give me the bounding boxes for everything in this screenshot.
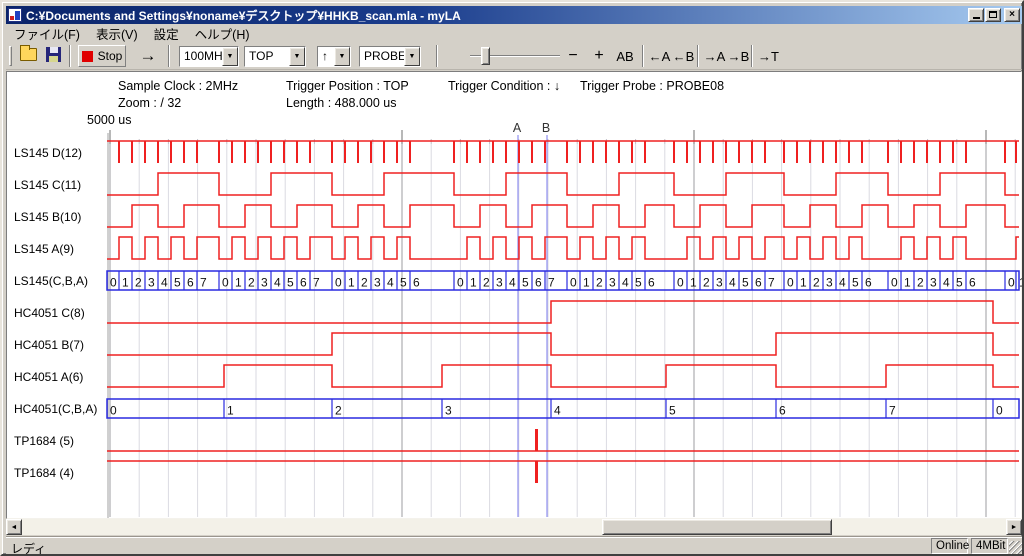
app-icon [8, 8, 22, 22]
menu-view[interactable]: 表示(V) [88, 23, 146, 44]
channel-label[interactable]: LS145 A(9) [14, 242, 74, 256]
scroll-right-button[interactable]: ► [1006, 519, 1022, 535]
zoom-slider-thumb[interactable] [481, 47, 490, 65]
channel-label[interactable]: LS145 B(10) [14, 210, 81, 224]
resize-grip[interactable] [1009, 541, 1022, 554]
channel-label[interactable]: HC4051 B(7) [14, 338, 84, 352]
close-icon: × [1009, 9, 1015, 20]
chevron-down-icon[interactable]: ▼ [404, 47, 420, 66]
channel-label[interactable]: LS145 D(12) [14, 146, 82, 160]
trigger-position-select[interactable]: TOP ▼ [244, 46, 306, 67]
minimize-button[interactable] [968, 8, 984, 22]
menu-file[interactable]: ファイル(F) [6, 23, 88, 44]
set-cursor-b-button[interactable]: →B [726, 45, 751, 67]
status-message: レディ [11, 540, 46, 556]
app-window: C:¥Documents and Settings¥noname¥デスクトップ¥… [0, 0, 1024, 556]
maximize-icon [989, 11, 997, 18]
stop-button[interactable]: Stop [78, 45, 126, 67]
online-status-badge: Online [931, 538, 968, 554]
probe-select[interactable]: PROBE00 ▼ [359, 46, 421, 67]
toolbar-separator [751, 45, 753, 67]
window-title: C:¥Documents and Settings¥noname¥デスクトップ¥… [26, 7, 461, 24]
menu-settings[interactable]: 設定 [146, 23, 187, 44]
title-bar[interactable]: C:¥Documents and Settings¥noname¥デスクトップ¥… [6, 6, 1022, 24]
toolbar: Stop → 100MHz ▼ TOP ▼ ↑ ▼ PROBE00 ▼ − + … [6, 42, 1022, 70]
scrollbar-thumb[interactable] [602, 519, 832, 535]
chevron-down-icon[interactable]: ▼ [289, 47, 305, 66]
trigger-probe-info: Trigger Probe : PROBE08 [580, 79, 724, 93]
sample-clock-info: Sample Clock : 2MHz [118, 79, 238, 93]
minimize-icon [973, 17, 980, 19]
scroll-left-button[interactable]: ◄ [6, 519, 22, 535]
status-bar: レディ Online 4MBit [6, 537, 1022, 554]
ab-button[interactable]: AB [612, 45, 638, 67]
menu-help[interactable]: ヘルプ(H) [187, 23, 258, 44]
stop-icon [82, 51, 93, 62]
save-file-icon[interactable] [46, 47, 61, 62]
open-file-icon[interactable] [20, 48, 37, 61]
maximize-button[interactable] [985, 8, 1001, 22]
menu-bar: ファイル(F) 表示(V) 設定 ヘルプ(H) [6, 25, 1022, 42]
toolbar-grip [9, 46, 12, 66]
zoom-in-button[interactable]: + [589, 45, 609, 67]
toolbar-separator [436, 45, 438, 67]
goto-trigger-button[interactable]: →T [756, 45, 781, 67]
goto-cursor-b-button[interactable]: ←B [671, 45, 696, 67]
chevron-down-icon[interactable]: ▼ [222, 47, 238, 66]
run-arrow-icon: → [140, 46, 157, 66]
goto-cursor-a-button[interactable]: ←A [647, 45, 672, 67]
channel-label[interactable]: LS145 C(11) [14, 178, 81, 192]
channel-label[interactable]: HC4051 A(6) [14, 370, 83, 384]
toolbar-separator [168, 45, 170, 67]
close-button[interactable]: × [1004, 8, 1020, 22]
length-info: Length : 488.000 us [286, 96, 397, 110]
time-scale-label: 5000 us [87, 113, 131, 127]
memory-size-badge: 4MBit [971, 538, 1008, 554]
zoom-info: Zoom : / 32 [118, 96, 181, 110]
run-button[interactable]: → [132, 45, 164, 67]
toolbar-separator [642, 45, 644, 67]
set-cursor-a-button[interactable]: →A [702, 45, 727, 67]
trigger-edge-select[interactable]: ↑ ▼ [317, 46, 351, 67]
waveform-area [6, 71, 1022, 519]
trigger-condition-info: Trigger Condition : ↓ [448, 79, 560, 93]
channel-label[interactable]: HC4051(C,B,A) [14, 402, 97, 416]
horizontal-scrollbar[interactable]: ◄ ► [6, 519, 1022, 535]
channel-label[interactable]: TP1684 (5) [14, 434, 74, 448]
trigger-position-info: Trigger Position : TOP [286, 79, 409, 93]
toolbar-separator [69, 45, 71, 67]
channel-label[interactable]: LS145(C,B,A) [14, 274, 88, 288]
channel-label[interactable]: TP1684 (4) [14, 466, 74, 480]
clock-select[interactable]: 100MHz ▼ [179, 46, 239, 67]
channel-label[interactable]: HC4051 C(8) [14, 306, 85, 320]
toolbar-separator [697, 45, 699, 67]
chevron-down-icon[interactable]: ▼ [334, 47, 350, 66]
zoom-out-button[interactable]: − [563, 45, 583, 67]
